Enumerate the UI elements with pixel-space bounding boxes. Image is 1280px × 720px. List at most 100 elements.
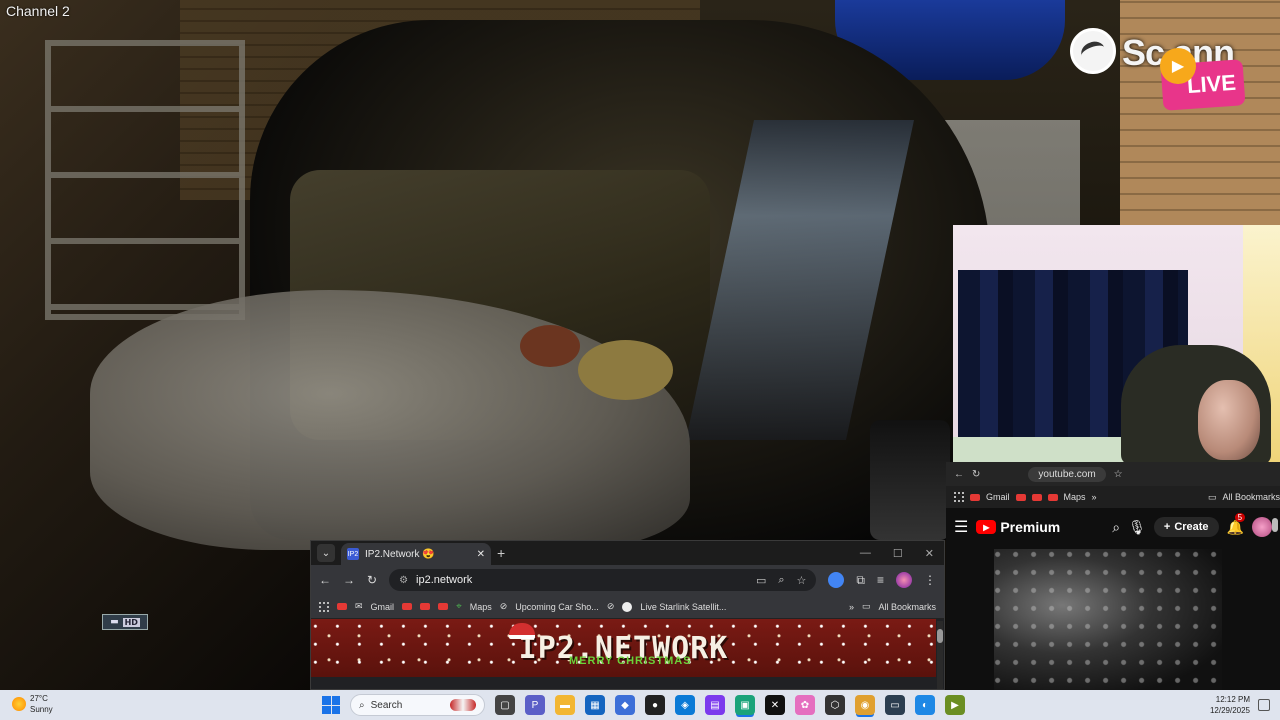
chrome-icon[interactable]: ◉ (855, 695, 875, 715)
screen: Channel 2 ▬ HD Sc ann LIVE ▶ ← ↻ youtube… (0, 0, 1280, 720)
store-icon[interactable]: ▦ (585, 695, 605, 715)
chrome-window: ⌄ IP2 IP2.Network 😍 ✕ + — ☐ ✕ ← → ↻ ⚙ ip… (310, 540, 945, 690)
google-icon (622, 601, 633, 612)
bookmark-site-icon: ⊘ (606, 601, 615, 611)
webcam-overlay (953, 225, 1280, 465)
youtube-url[interactable]: youtube.com (1028, 466, 1106, 482)
copilot-icon[interactable]: ✿ (795, 695, 815, 715)
bookmark-site-icon: ⊘ (499, 601, 508, 611)
youtube-bookmark-icon[interactable] (1015, 493, 1026, 501)
forward-icon[interactable]: → (343, 573, 355, 587)
stream-logo: Sc ann LIVE ▶ (1068, 22, 1258, 112)
taskbar-apps: ⌕ Search ▢ P ▬ ▦ ◆ ● ◈ ▤ ▣ ✕ ✿ ⬡ ◉ ▭ ◐ ▶ (322, 690, 965, 720)
youtube-bookmark-icon[interactable] (337, 603, 347, 610)
close-icon[interactable]: ✕ (925, 547, 934, 560)
extensions-puzzle-icon[interactable]: ⧉ (856, 573, 865, 588)
bookmark-upcoming-car-shows[interactable]: Upcoming Car Sho... (515, 602, 599, 612)
bookmark-gmail[interactable]: Gmail (986, 492, 1010, 502)
bookmark-all[interactable]: All Bookmarks (878, 602, 936, 612)
new-tab-icon[interactable]: + (497, 545, 505, 561)
hd-badge: ▬ HD (102, 614, 148, 630)
task-view-icon[interactable]: ▢ (495, 695, 515, 715)
gmail-icon: ✉ (355, 601, 363, 611)
cast-icon[interactable]: ▭ (756, 574, 766, 587)
weather-text: 27°C Sunny (30, 693, 53, 715)
search-label: Search (370, 699, 403, 711)
star-icon[interactable]: ☆ (1114, 469, 1123, 480)
chevron-right-icon[interactable]: » (849, 602, 854, 612)
polishing-pad (520, 325, 580, 367)
app-icon[interactable]: P (525, 695, 545, 715)
create-button[interactable]: + Create (1153, 517, 1219, 537)
app-icon[interactable]: ◈ (675, 695, 695, 715)
bookmark-all[interactable]: All Bookmarks (1222, 492, 1280, 502)
search-icon[interactable]: ⌕ (1112, 519, 1120, 536)
clock[interactable]: 12:12 PM 12/29/2025 (1210, 694, 1250, 716)
menu-icon[interactable]: ☰ (954, 517, 968, 537)
youtube-bookmarks-bar: Gmail Maps » ▭ All Bookmarks (946, 486, 1280, 508)
weather-widget[interactable]: 27°C Sunny (12, 693, 53, 715)
tab-search-icon[interactable]: ⌄ (317, 544, 335, 562)
scrollbar[interactable] (1272, 518, 1278, 532)
record-icon[interactable]: ● (645, 695, 665, 715)
reload-icon[interactable]: ↻ (972, 469, 980, 480)
address-url[interactable]: ip2.network (416, 574, 472, 586)
profile-icon[interactable] (896, 572, 912, 588)
zoom-icon[interactable]: ⌕ (778, 574, 784, 587)
app-icon[interactable]: ⬡ (825, 695, 845, 715)
youtube-bookmark-icon[interactable] (1047, 493, 1058, 501)
folder-icon: ▭ (1207, 491, 1217, 502)
scrollbar[interactable] (937, 621, 943, 689)
streamer (1198, 380, 1260, 460)
back-icon[interactable]: ← (319, 573, 331, 587)
taskbar-search[interactable]: ⌕ Search (350, 694, 485, 716)
minimize-icon[interactable]: — (860, 547, 871, 560)
bookmark-starlink[interactable]: Live Starlink Satellit... (640, 602, 726, 612)
youtube-bookmark-icon[interactable] (970, 493, 980, 501)
star-icon[interactable]: ☆ (797, 574, 807, 587)
extension-icon[interactable] (828, 572, 845, 588)
bookmark-maps[interactable]: Maps (1064, 492, 1086, 502)
back-icon[interactable]: ← (954, 469, 964, 480)
bed (953, 437, 1133, 465)
youtube-bookmark-icon[interactable] (402, 603, 413, 610)
app-icon[interactable]: ◆ (615, 695, 635, 715)
search-highlight-icon (450, 699, 476, 711)
address-bar[interactable]: ⚙ ip2.network ▭ ⌕ ☆ (389, 569, 817, 591)
notification-icon[interactable] (1258, 699, 1270, 711)
app-icon[interactable]: ▶ (945, 695, 965, 715)
app-icon[interactable]: ▤ (705, 695, 725, 715)
apps-icon[interactable] (319, 601, 329, 612)
app-icon[interactable]: ✕ (765, 695, 785, 715)
file-explorer-icon[interactable]: ▬ (555, 695, 575, 715)
apps-icon[interactable] (954, 492, 964, 502)
close-tab-icon[interactable]: ✕ (477, 549, 485, 560)
maximize-icon[interactable]: ☐ (893, 547, 903, 560)
start-icon[interactable] (322, 696, 340, 714)
edge-icon[interactable]: ◐ (915, 695, 935, 715)
toolbar: ← → ↻ ⚙ ip2.network ▭ ⌕ ☆ ⧉ ≡ ⋮ (311, 565, 944, 595)
video-thumbnail[interactable] (994, 549, 1222, 690)
chevron-right-icon[interactable]: » (1092, 492, 1097, 502)
youtube-logo[interactable]: ▶ Premium (976, 519, 1060, 535)
santa-hat-icon (509, 623, 535, 639)
bookmark-gmail[interactable]: Gmail (371, 602, 395, 612)
app-icon[interactable]: ▭ (885, 695, 905, 715)
bicycle (870, 420, 950, 540)
app-icon[interactable]: ▣ (735, 695, 755, 715)
search-icon: ⌕ (359, 699, 365, 711)
storage-shelf (45, 40, 245, 320)
avatar[interactable] (1252, 517, 1272, 537)
youtube-bookmark-icon[interactable] (420, 603, 431, 610)
media-icon[interactable]: ≡ (877, 573, 884, 587)
microphone-icon[interactable]: 🎙 (1128, 519, 1146, 536)
notifications-button[interactable]: 🔔 5 (1227, 512, 1246, 536)
youtube-bookmark-icon[interactable] (1031, 493, 1042, 501)
youtube-bookmark-icon[interactable] (438, 603, 449, 610)
bookmark-maps[interactable]: Maps (470, 602, 492, 612)
kebab-menu-icon[interactable]: ⋮ (924, 573, 936, 587)
site-info-icon[interactable]: ⚙ (399, 575, 408, 586)
reload-icon[interactable]: ↻ (367, 573, 377, 587)
tab-ip2-network[interactable]: IP2 IP2.Network 😍 ✕ (341, 543, 491, 565)
youtube-address-bar: ← ↻ youtube.com ☆ (946, 462, 1280, 486)
